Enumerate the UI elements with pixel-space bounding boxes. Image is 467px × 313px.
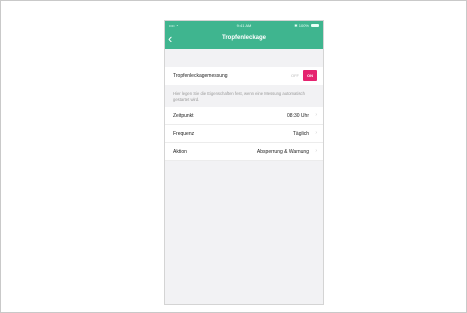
- battery-text: ✱ 100%: [294, 23, 309, 28]
- phone-screen: •••• ◔ 9:41 AM ✱ 100% ‹ Tropfenleckage T…: [164, 20, 324, 305]
- chevron-right-icon: ›: [315, 130, 317, 136]
- battery-indicator: ✱ 100%: [294, 23, 319, 28]
- measurement-row: Tropfenleckagemessung OFF ON: [165, 67, 323, 85]
- page-title: Tropfenleckage: [221, 35, 266, 41]
- setting-value: Täglich: [292, 131, 309, 137]
- setting-value: Absperrung & Warnung: [256, 149, 309, 155]
- chevron-right-icon: ›: [315, 112, 317, 118]
- navigation-bar: ‹ Tropfenleckage: [165, 30, 323, 49]
- setting-row-zeitpunkt[interactable]: Zeitpunkt 08:30 Uhr ›: [165, 107, 323, 125]
- setting-label: Frequenz: [173, 131, 195, 137]
- toggle-off-option[interactable]: OFF: [287, 73, 303, 78]
- setting-label: Zeitpunkt: [173, 113, 194, 119]
- screenshot-frame: •••• ◔ 9:41 AM ✱ 100% ‹ Tropfenleckage T…: [0, 0, 467, 313]
- setting-label: Aktion: [173, 149, 187, 155]
- status-bar: •••• ◔ 9:41 AM ✱ 100%: [165, 21, 323, 30]
- setting-row-aktion[interactable]: Aktion Absperrung & Warnung ›: [165, 143, 323, 161]
- battery-icon: [311, 24, 319, 28]
- description-text: Hier legen Sie die Eigenschaften fest, w…: [173, 91, 305, 102]
- toggle-on-option[interactable]: ON: [303, 70, 317, 81]
- settings-list: Zeitpunkt 08:30 Uhr › Frequenz Täglich ›…: [165, 107, 323, 161]
- measurement-label: Tropfenleckagemessung: [173, 73, 228, 79]
- measurement-toggle[interactable]: OFF ON: [287, 70, 317, 81]
- setting-value: 08:30 Uhr: [287, 113, 309, 119]
- chevron-right-icon: ›: [315, 148, 317, 154]
- setting-row-frequenz[interactable]: Frequenz Täglich ›: [165, 125, 323, 143]
